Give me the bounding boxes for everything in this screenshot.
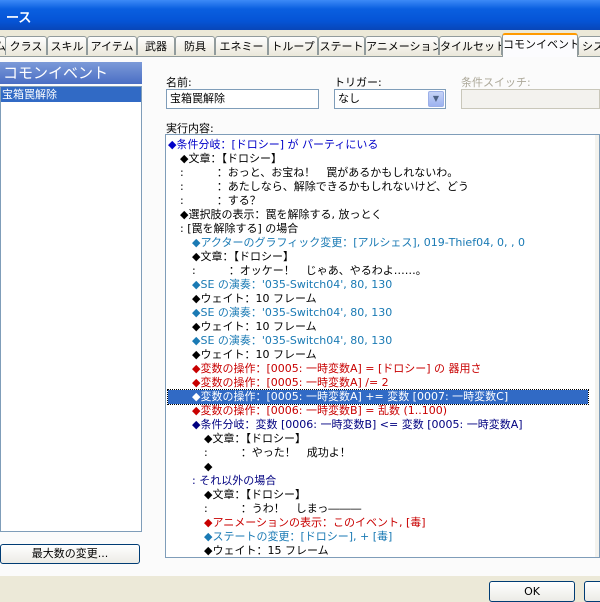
vertical-scrollbar[interactable] — [595, 135, 599, 557]
name-label: 名前: — [166, 76, 192, 89]
event-row[interactable]: : [罠を解除する] の場合 — [168, 222, 588, 236]
event-row[interactable]: ◆SE の演奏：'035-Switch04', 80, 130 — [168, 306, 588, 320]
event-row[interactable]: ◆変数の操作：[0005: 一時変数A] /= 2 — [168, 376, 588, 390]
trigger-value: なし — [338, 92, 360, 105]
event-row-selected[interactable]: ◆変数の操作：[0005: 一時変数A] += 変数 [0007: 一時変数C] — [167, 389, 589, 405]
tab-strip: ム クラス スキル アイテム 武器 防具 エネミー トループ ステート アニメー… — [0, 33, 600, 57]
event-row[interactable]: ◆文章：【ドロシー】 — [168, 488, 588, 502]
tab-armor[interactable]: 防具 — [175, 36, 215, 55]
event-row[interactable]: : ：あたしなら、解除できるかもしれないけど、どう — [168, 180, 588, 194]
event-row[interactable]: : ：やった！ 成功よ！ — [168, 446, 588, 460]
event-row[interactable]: : ：する？ — [168, 194, 588, 208]
event-row[interactable]: ◆ステートの変更：[ドロシー], + [毒] — [168, 530, 588, 544]
event-row[interactable]: : それ以外の場合 — [168, 474, 588, 488]
event-row[interactable]: ◆SE の演奏：'035-Switch04', 80, 130 — [168, 334, 588, 348]
window-title: ース — [6, 11, 32, 26]
trigger-label: トリガー: — [334, 76, 382, 89]
event-row[interactable]: ◆条件分岐：変数 [0006: 一時変数B] <= 変数 [0005: 一時変数… — [168, 418, 588, 432]
event-contents-list[interactable]: ◆条件分岐：[ドロシー] が パーティにいる ◆文章：【ドロシー】: ：おっと、お… — [165, 134, 600, 558]
tab-troop[interactable]: トループ — [268, 36, 318, 55]
chevron-down-icon[interactable]: ▼ — [428, 91, 444, 107]
ok-button[interactable]: OK — [489, 581, 575, 602]
trigger-select[interactable]: なし ▼ — [334, 89, 446, 109]
event-row[interactable]: ◆SE の演奏：'035-Switch04', 80, 130 — [168, 278, 588, 292]
tab-animation[interactable]: アニメーション — [365, 36, 439, 55]
name-field[interactable]: 宝箱罠解除 — [166, 89, 319, 109]
left-list-header: コモンイベント — [0, 62, 142, 84]
tab-enemy[interactable]: エネミー — [215, 36, 268, 55]
tab-weapon[interactable]: 武器 — [137, 36, 175, 55]
event-row[interactable]: ◆ウェイト：10 フレーム — [168, 320, 588, 334]
event-row[interactable]: ◆選択肢の表示：罠を解除する, 放っとく — [168, 208, 588, 222]
event-row[interactable]: ◆条件分岐：[ドロシー] が パーティにいる — [168, 138, 588, 152]
condition-switch-label: 条件スイッチ: — [461, 76, 531, 89]
condition-switch-field — [461, 89, 600, 109]
event-row[interactable]: ◆変数の操作：[0006: 一時変数B] = 乱数 (1..100) — [168, 404, 588, 418]
max-count-button[interactable]: 最大数の変更... — [0, 544, 140, 564]
event-row[interactable]: ◆文章：【ドロシー】 — [168, 152, 588, 166]
tab-skill[interactable]: スキル — [47, 36, 87, 55]
event-row[interactable]: ◆ウェイト：10 フレーム — [168, 292, 588, 306]
event-row[interactable]: ◆アニメーションの表示：このイベント, [毒] — [168, 516, 588, 530]
event-row[interactable]: ◆ウェイト：10 フレーム — [168, 348, 588, 362]
tab-tileset[interactable]: タイルセット — [439, 36, 502, 55]
event-row[interactable]: ◆ — [168, 460, 588, 474]
tab-common-event[interactable]: コモンイベント — [502, 33, 578, 57]
tab-item[interactable]: アイテム — [87, 36, 137, 55]
event-row[interactable]: : ：うわ！ しまっ――― — [168, 502, 588, 516]
tab-state[interactable]: ステート — [318, 36, 365, 55]
common-event-list[interactable]: 宝箱罠解除 — [0, 86, 142, 532]
tab-system[interactable]: シス — [578, 36, 600, 55]
cancel-button[interactable] — [584, 581, 600, 602]
event-row[interactable]: ◆変数の操作：[0005: 一時変数A] = [ドロシー] の 器用さ — [168, 362, 588, 376]
event-row[interactable]: ◆文章：【ドロシー】 — [168, 250, 588, 264]
event-row[interactable]: : ：おっと、お宝ね！ 罠があるかもしれないわ。 — [168, 166, 588, 180]
event-row[interactable]: : ：オッケー！ じゃあ、やるわよ……。 — [168, 264, 588, 278]
event-row[interactable]: ◆ウェイト：15 フレーム — [168, 544, 588, 557]
event-row[interactable]: ◆文章：【ドロシー】 — [168, 432, 588, 446]
list-item[interactable]: 宝箱罠解除 — [1, 87, 141, 102]
tab-class[interactable]: クラス — [5, 36, 47, 55]
event-row[interactable]: ◆アクターのグラフィック変更：[アルシェス], 019-Thief04, 0, … — [168, 236, 588, 250]
title-bar: ース — [0, 0, 600, 30]
